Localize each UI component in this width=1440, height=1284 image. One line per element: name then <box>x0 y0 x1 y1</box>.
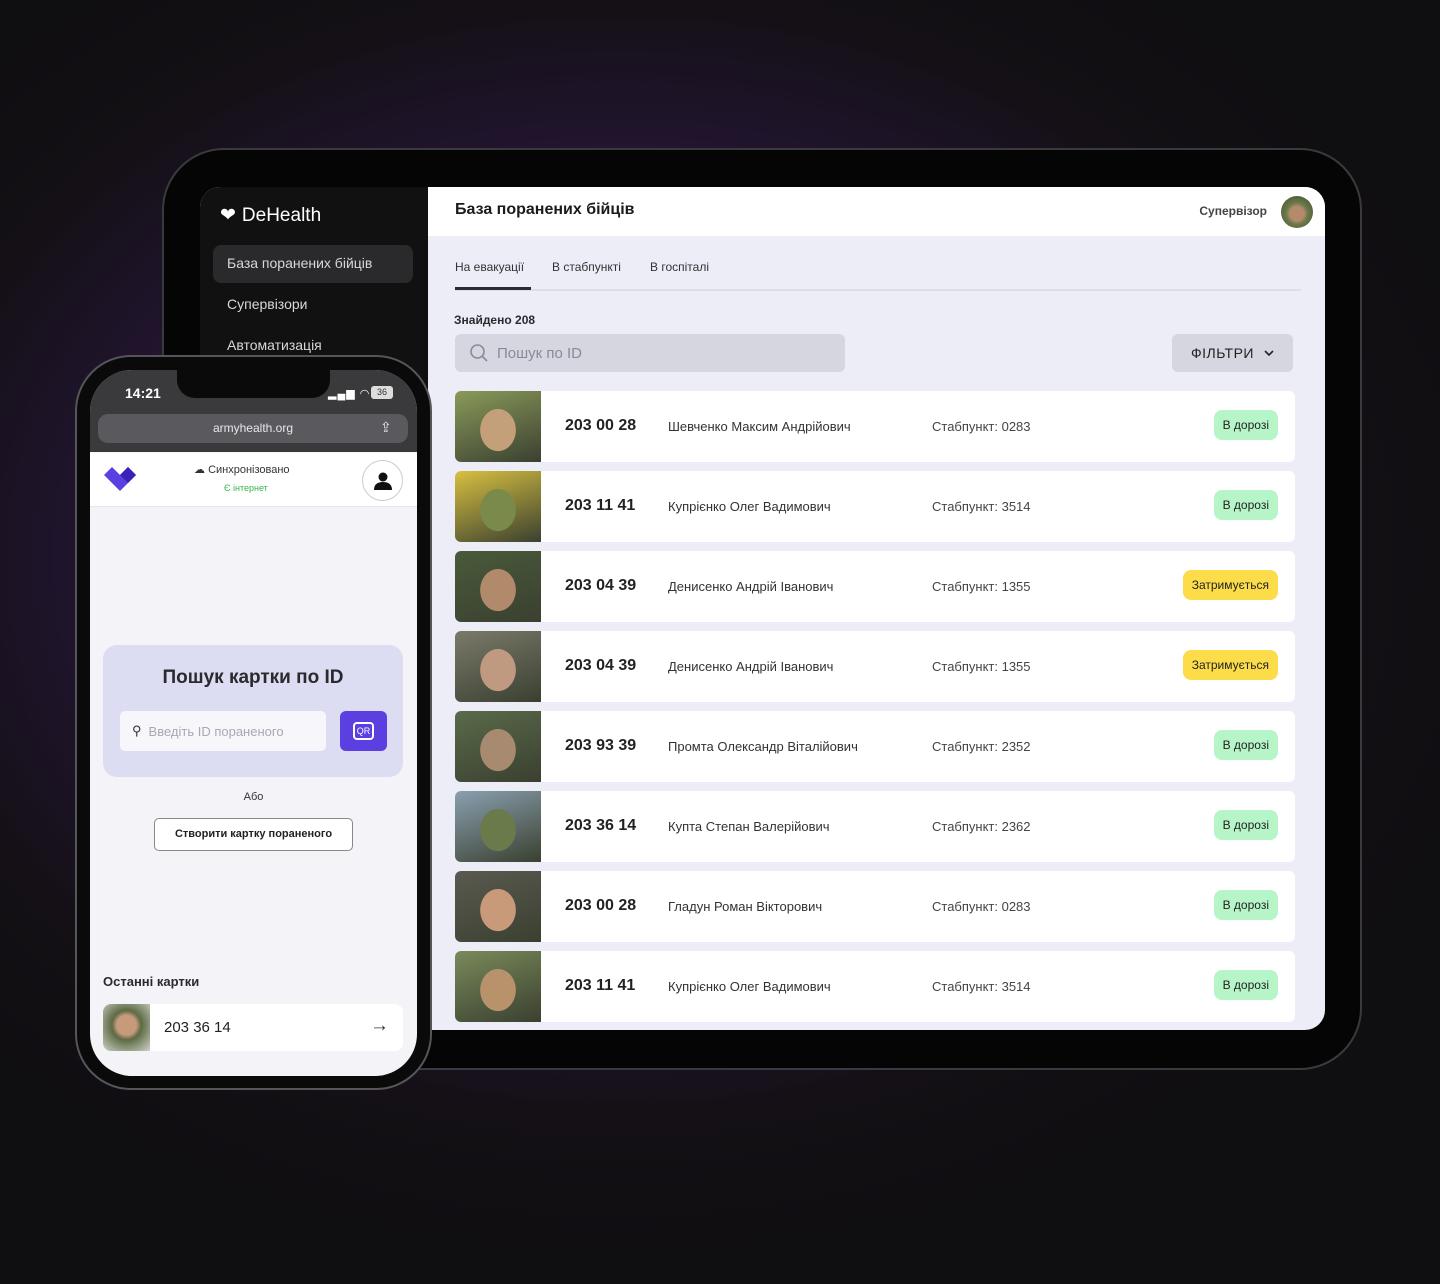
recent-card-id: 203 36 14 <box>164 1019 231 1036</box>
or-label: Або <box>243 791 264 803</box>
internet-status: Є інтернет <box>224 483 268 493</box>
app-header: ☁ Синхронізовано Є інтернет <box>90 453 417 507</box>
top-header: База поранених бійців Супервізор <box>428 187 1325 236</box>
soldier-id: 203 36 14 <box>565 817 637 834</box>
search-input[interactable]: Пошук по ID <box>455 334 845 372</box>
url-bar[interactable]: armyhealth.org <box>98 414 408 443</box>
soldier-photo <box>455 631 541 702</box>
soldier-name: Купрієнко Олег Вадимович <box>668 499 831 514</box>
stabpoint: Стабпункт: 1355 <box>932 579 1031 594</box>
soldier-photo <box>103 1004 150 1051</box>
soldier-photo <box>455 791 541 862</box>
status-badge: В дорозі <box>1213 890 1278 920</box>
soldier-name: Гладун Роман Вікторович <box>668 899 823 914</box>
soldier-id: 203 11 41 <box>565 977 636 994</box>
stabpoint: Стабпункт: 1355 <box>932 659 1031 674</box>
recent-card-item[interactable]: 203 36 14 → <box>103 1004 403 1051</box>
phone-screen: 14:21 ▂▄▆ ◠ 36 armyhealth.org ⇪ ☁ Синхро… <box>90 370 417 1076</box>
soldier-id: 203 04 39 <box>565 577 637 594</box>
table-row[interactable]: 203 04 39 Денисенко Андрій Іванович Стаб… <box>455 551 1295 622</box>
stabpoint: Стабпункт: 0283 <box>932 419 1031 434</box>
table-row[interactable]: 203 93 39 Промта Олександр Віталійович С… <box>455 711 1295 782</box>
table-row[interactable]: 203 00 28 Гладун Роман Вікторович Стабпу… <box>455 871 1295 942</box>
stabpoint: Стабпункт: 0283 <box>932 899 1031 914</box>
table-row[interactable]: 203 04 39 Денисенко Андрій Іванович Стаб… <box>455 631 1295 702</box>
sidebar-item-supervisors[interactable]: Супервізори <box>213 286 413 324</box>
status-time: 14:21 <box>125 385 161 401</box>
soldier-photo <box>455 951 541 1022</box>
sync-text: Синхронізовано <box>208 464 290 476</box>
app-logo-icon <box>104 467 136 491</box>
recent-cards-title: Останні картки <box>103 974 200 989</box>
soldier-photo <box>455 471 541 542</box>
qr-icon: QR <box>352 722 375 740</box>
search-icon: ⚲ <box>132 723 142 738</box>
url-text: armyhealth.org <box>212 421 294 435</box>
id-input-placeholder: Введіть ID пораненого <box>148 723 284 739</box>
soldier-id: 203 93 39 <box>565 737 637 754</box>
signal-wifi-icon: ▂▄▆ ◠ <box>328 388 371 400</box>
id-input[interactable]: ⚲ Введіть ID пораненого <box>120 711 326 751</box>
sync-status: ☁ Синхронізовано <box>194 463 290 476</box>
user-icon <box>373 472 392 490</box>
battery-icon: 36 <box>371 386 393 399</box>
soldier-name: Денисенко Андрій Іванович <box>668 579 834 594</box>
profile-button[interactable] <box>362 460 403 501</box>
heart-logo-icon: ❤ <box>220 205 236 226</box>
sidebar-item-wounded-db[interactable]: База поранених бійців <box>213 245 413 283</box>
avatar[interactable] <box>1281 196 1313 228</box>
search-icon <box>470 344 488 362</box>
table-row[interactable]: 203 00 28 Шевченко Максим Андрійович Ста… <box>455 391 1295 462</box>
create-card-button[interactable]: Створити картку пораненого <box>154 818 353 851</box>
soldier-photo <box>455 711 541 782</box>
filters-button[interactable]: ФІЛЬТРИ <box>1172 334 1293 372</box>
qr-scan-button[interactable]: QR <box>340 711 387 751</box>
soldier-id: 203 00 28 <box>565 417 637 434</box>
status-badge: Затримується <box>1182 570 1278 600</box>
stabpoint: Стабпункт: 3514 <box>932 499 1031 514</box>
soldier-name: Шевченко Максим Андрійович <box>668 419 851 434</box>
tab-hospital[interactable]: В госпіталі <box>650 260 709 274</box>
soldier-photo <box>455 551 541 622</box>
soldier-name: Купта Степан Валерійович <box>668 819 830 834</box>
arrow-right-icon[interactable]: → <box>370 1015 389 1037</box>
table-row[interactable]: 203 11 41 Купрієнко Олег Вадимович Стабп… <box>455 951 1295 1022</box>
active-tab-indicator <box>455 287 531 290</box>
status-badge: В дорозі <box>1213 490 1278 520</box>
status-badge: В дорозі <box>1213 410 1278 440</box>
user-role: Супервізор <box>1199 204 1267 218</box>
stabpoint: Стабпункт: 2352 <box>932 739 1031 754</box>
brand-name: DeHealth <box>241 204 322 226</box>
table-row[interactable]: 203 36 14 Купта Степан Валерійович Стабп… <box>455 791 1295 862</box>
soldier-name: Денисенко Андрій Іванович <box>668 659 834 674</box>
soldier-id: 203 00 28 <box>565 897 637 914</box>
soldier-name: Купрієнко Олег Вадимович <box>668 979 831 994</box>
status-badge: В дорозі <box>1213 730 1278 760</box>
page-title: База поранених бійців <box>455 201 635 218</box>
stabpoint: Стабпункт: 3514 <box>932 979 1031 994</box>
cloud-icon: ☁ <box>194 464 209 476</box>
phone-notch <box>177 370 330 398</box>
search-placeholder: Пошук по ID <box>497 344 583 362</box>
soldier-id: 203 04 39 <box>565 657 637 674</box>
status-badge: В дорозі <box>1213 810 1278 840</box>
brand-logo: ❤ DeHealth <box>220 204 321 227</box>
soldier-photo <box>455 391 541 462</box>
filters-label: ФІЛЬТРИ <box>1191 345 1254 361</box>
card-title: Пошук картки по ID <box>162 667 344 688</box>
results-count: Знайдено 208 <box>454 313 536 327</box>
soldier-id: 203 11 41 <box>565 497 636 514</box>
tab-divider <box>455 289 1301 291</box>
soldier-photo <box>455 871 541 942</box>
status-badge: В дорозі <box>1213 970 1278 1000</box>
stabpoint: Стабпункт: 2362 <box>932 819 1031 834</box>
share-icon[interactable]: ⇪ <box>380 419 392 436</box>
status-badge: Затримується <box>1182 650 1278 680</box>
tab-evacuation[interactable]: На евакуації <box>455 260 524 274</box>
id-search-card: Пошук картки по ID ⚲ Введіть ID поранено… <box>103 645 403 777</box>
chevron-down-icon <box>1264 350 1274 356</box>
soldier-name: Промта Олександр Віталійович <box>668 739 858 754</box>
tab-stabpoint[interactable]: В стабпункті <box>552 260 621 274</box>
table-row[interactable]: 203 11 41 Купрієнко Олег Вадимович Стабп… <box>455 471 1295 542</box>
